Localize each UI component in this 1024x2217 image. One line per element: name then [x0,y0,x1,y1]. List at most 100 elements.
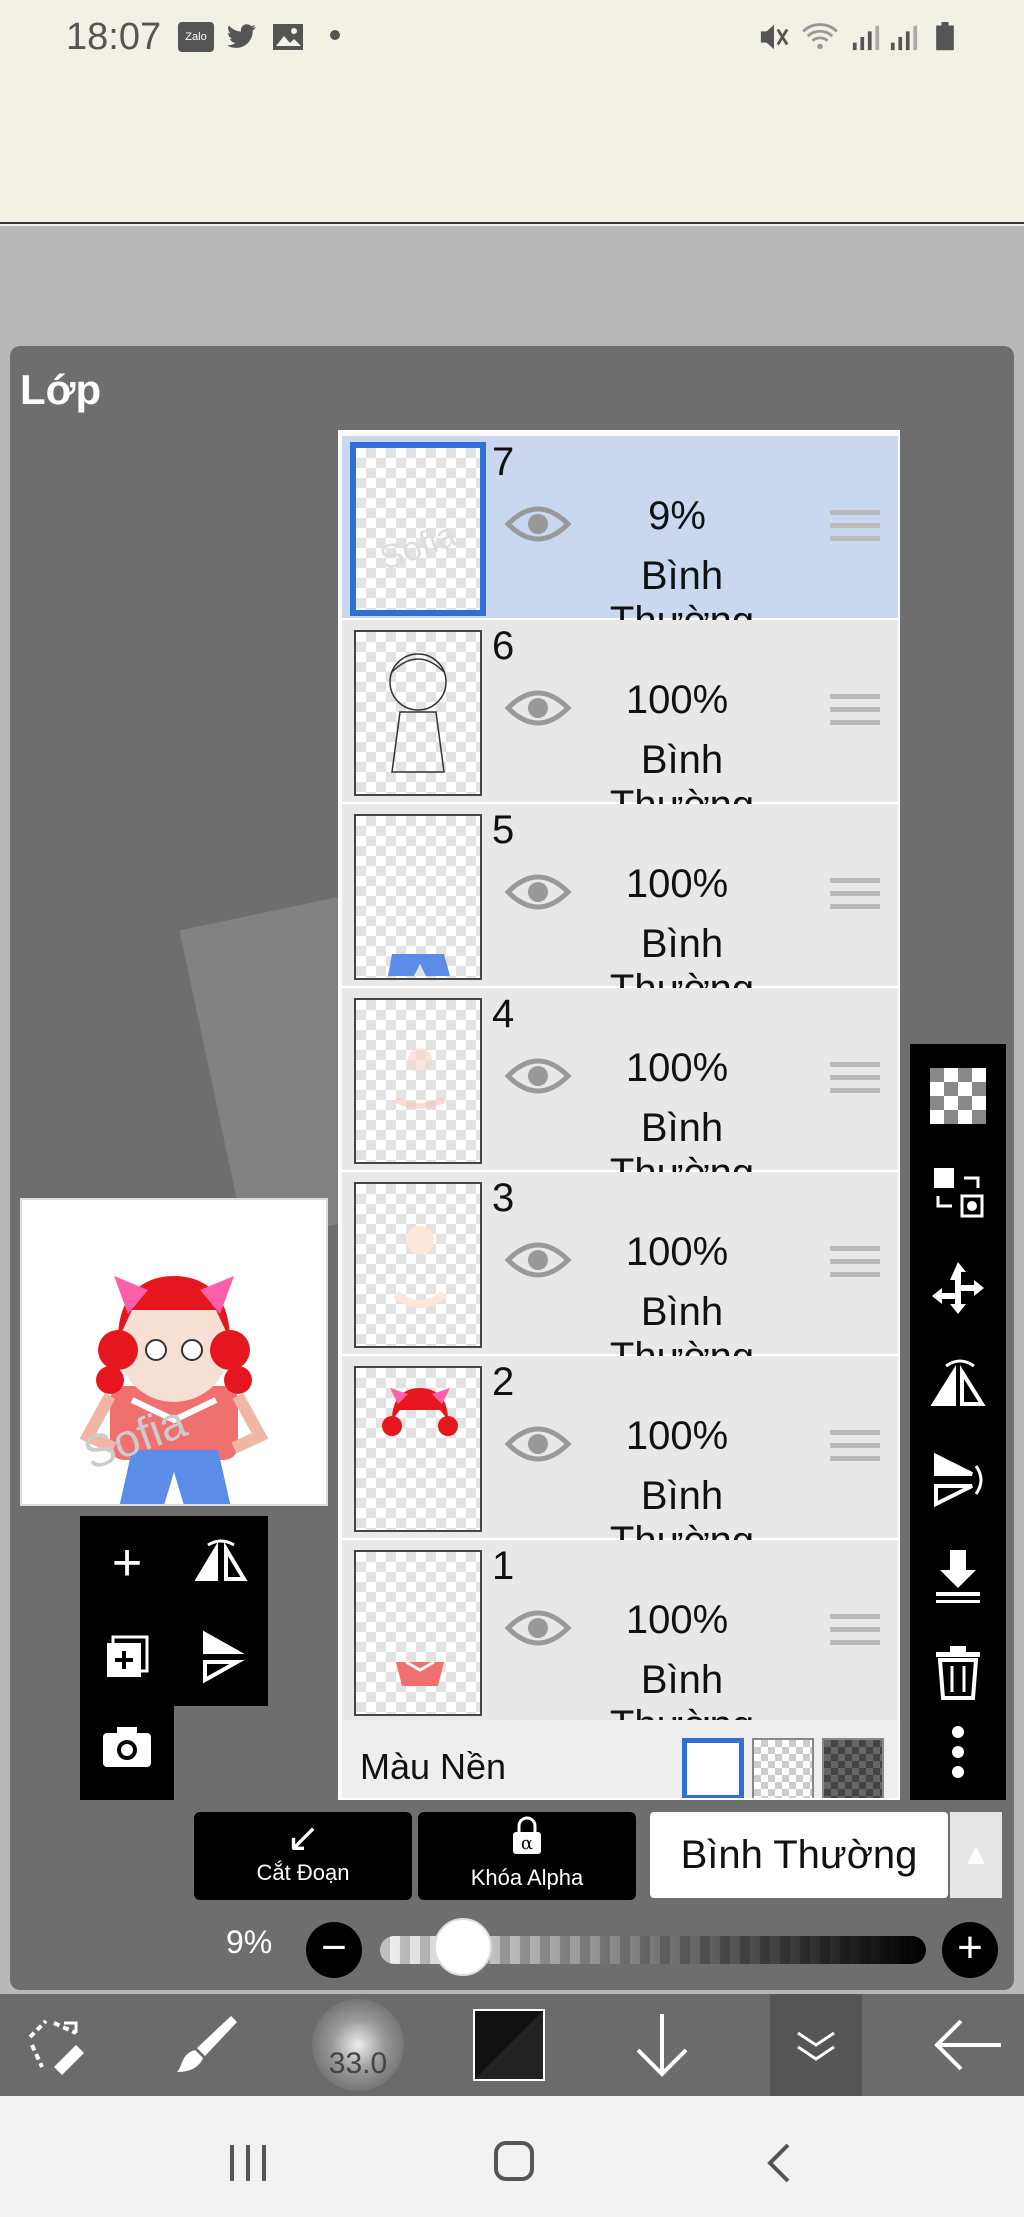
merge-down-icon[interactable] [910,1528,1006,1624]
add-layer-copy-icon[interactable] [80,1610,174,1704]
layer-opacity: 100% [625,862,729,906]
layer-opacity: 9% [648,494,706,538]
flip-vertical-icon[interactable] [174,1610,268,1704]
opacity-label: 9% [226,1924,273,1960]
add-layer-icon[interactable]: + [80,1516,174,1610]
background-dark-swatch[interactable] [822,1738,884,1798]
left-tools-top: + [80,1516,268,1706]
camera-icon[interactable] [80,1700,174,1794]
recent-apps-icon[interactable] [226,2140,270,2195]
layer-thumbnail[interactable] [354,1182,482,1348]
eye-icon[interactable] [504,1054,572,1103]
drag-handle-icon[interactable] [830,510,880,544]
brush-size-value: 33.0 [312,1999,404,2091]
background-transparent-swatch[interactable] [752,1738,814,1798]
opacity-slider-handle[interactable] [433,1918,492,1976]
eye-icon[interactable] [504,1422,572,1471]
svg-text:Sofia: Sofia [375,516,461,578]
layer-row[interactable]: 3100%Bình Thường [342,1172,898,1379]
more-icon[interactable] [910,1704,1006,1800]
blend-mode-arrow-icon[interactable]: ▲ [950,1812,1002,1898]
layer-opacity: 100% [625,1230,729,1274]
opacity-increase-button[interactable]: + [942,1922,998,1978]
drag-handle-icon[interactable] [830,1246,880,1280]
canvas-preview[interactable]: Sofia [20,1198,328,1512]
clip-button[interactable]: ↙ Cắt Đoạn [194,1812,412,1900]
layer-thumbnail[interactable] [354,1366,482,1532]
layer-row[interactable]: 2100%Bình Thường [342,1356,898,1563]
drag-handle-icon[interactable] [830,878,880,912]
brush-icon[interactable] [160,1994,256,2096]
clip-label: Cắt Đoạn [256,1860,350,1885]
layer-thumbnail[interactable] [354,998,482,1164]
layer-opacity: 100% [625,1414,729,1458]
layer-row[interactable]: 4100%Bình Thường [342,988,898,1195]
signal-icon [890,25,918,51]
flip-vertical-icon[interactable] [910,1432,1006,1528]
wifi-icon [802,23,838,50]
layer-row[interactable]: 5100%Bình Thường [342,804,898,1011]
background-color-row: Màu Nền [342,1720,898,1798]
drag-handle-icon[interactable] [830,1430,880,1464]
layer-row[interactable]: Sofia79%Bình Thường [342,436,898,643]
layer-number: 2 [492,1360,515,1404]
alpha-lock-button[interactable]: α Khóa Alpha [418,1812,636,1900]
mute-icon [760,24,789,50]
flip-horizontal-icon[interactable] [910,1336,1006,1432]
blend-mode-select[interactable]: Bình Thường [650,1812,948,1898]
layer-row[interactable]: 6100%Bình Thường [342,620,898,827]
eye-icon[interactable] [504,870,572,919]
select-transform-icon[interactable] [8,1994,104,2096]
drag-handle-icon[interactable] [830,694,880,728]
move-icon[interactable] [910,1240,1006,1336]
eye-icon[interactable] [504,1238,572,1287]
layers-list[interactable]: Sofia79%Bình Thường6100%Bình Thường5100%… [338,430,900,1800]
background-label: Màu Nền [360,1746,507,1787]
layer-number: 4 [492,992,515,1036]
layer-row[interactable]: 1100%Bình Thường [342,1540,898,1747]
brush-size-icon[interactable]: 33.0 [310,1994,406,2096]
swap-layer-icon[interactable] [910,1144,1006,1240]
color-icon[interactable] [472,1994,546,2096]
alpha-lock-label: Khóa Alpha [470,1865,584,1890]
character-illustration: Sofia [76,1276,269,1512]
drag-handle-icon[interactable] [830,1614,880,1648]
eye-icon[interactable] [504,1606,572,1655]
battery-icon [936,22,954,51]
image-icon [273,24,303,50]
background-white-swatch[interactable] [682,1738,744,1798]
back-icon[interactable] [766,2140,792,2195]
transparency-icon[interactable] [910,1048,1006,1144]
layers-icon[interactable] [770,1994,862,2096]
drag-handle-icon[interactable] [830,1062,880,1096]
flip-horizontal-icon[interactable] [174,1516,268,1610]
status-time: 18:07 [66,16,162,58]
eye-icon[interactable] [504,686,572,735]
layer-thumbnail[interactable] [354,630,482,796]
dot-icon [330,30,340,40]
layer-number: 7 [492,440,515,484]
layer-number: 6 [492,624,515,668]
layer-number: 5 [492,808,515,852]
down-arrow-icon[interactable] [614,1994,710,2096]
svg-text:α: α [521,1833,533,1854]
back-arrow-icon[interactable] [920,1994,1016,2096]
layer-thumbnail[interactable]: Sofia [350,442,486,616]
home-icon[interactable] [494,2138,534,2193]
layer-opacity: 100% [625,1598,729,1642]
lock-alpha-icon: α [418,1816,636,1865]
layer-opacity: 100% [625,678,729,722]
opacity-decrease-button[interactable]: − [306,1922,362,1978]
layer-number: 1 [492,1544,515,1588]
layer-thumbnail[interactable] [354,814,482,980]
signal-icon [852,25,880,51]
panel-title: Lớp [20,366,102,413]
layer-opacity: 100% [625,1046,729,1090]
layer-thumbnail[interactable] [354,1550,482,1716]
layer-number: 3 [492,1176,515,1220]
eye-icon[interactable] [504,502,572,551]
zalo-icon: Zalo [178,22,214,52]
blend-mode-value: Bình Thường [680,1833,918,1877]
clip-arrow-icon: ↙ [286,1816,320,1860]
left-tools-bottom [80,1700,174,1800]
